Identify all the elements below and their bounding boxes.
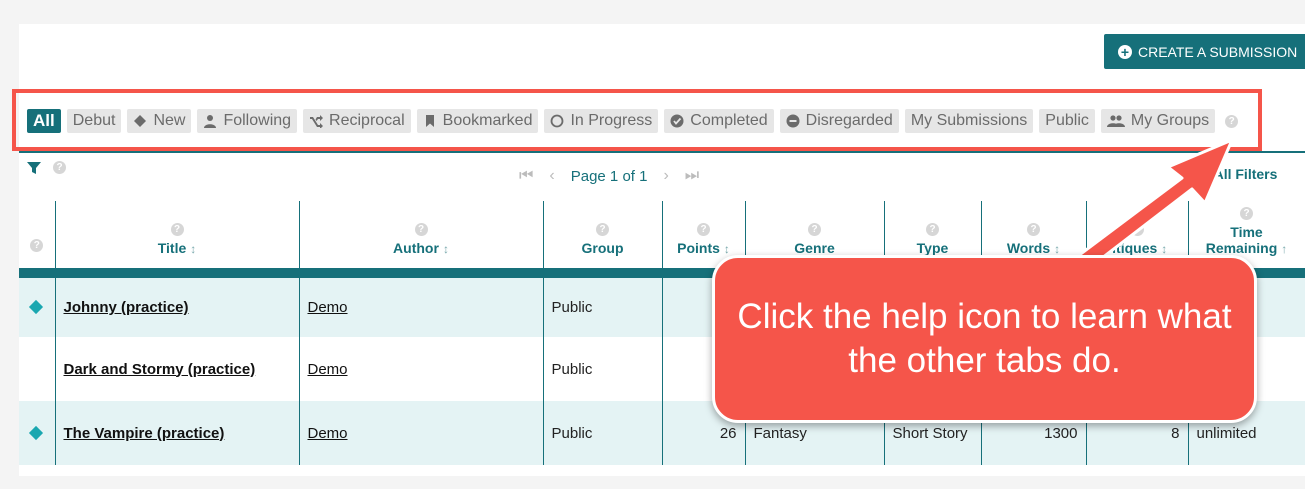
tab-following[interactable]: Following [197,109,298,133]
tab-label: Disregarded [805,112,893,129]
page-indicator: Page 1 of 1 [570,167,648,185]
marker-cell [19,401,56,465]
first-page-icon[interactable]: ⏮ [519,167,533,185]
sort-icon[interactable]: ↕ [1054,242,1060,256]
title-link[interactable]: Johnny (practice) [64,299,189,316]
group-header: ? Group [543,201,663,278]
sort-icon[interactable]: ↕ [190,242,196,256]
column-label: Time Remaining [1205,224,1278,256]
tab-label: Bookmarked [442,112,533,129]
create-submission-button[interactable]: + CREATE A SUBMISSION [1104,34,1305,69]
author-link[interactable]: Demo [308,425,348,442]
tab-my-submissions[interactable]: My Submissions [904,109,1034,133]
sort-icon[interactable]: ↕ [1161,242,1167,256]
clear-all-filters-link[interactable]: ar All Filters [1197,166,1277,182]
tab-label: Completed [690,112,768,129]
tab-completed[interactable]: Completed [664,109,774,133]
minus-circle-icon [786,114,800,128]
tab-label: In Progress [570,112,653,129]
next-page-icon[interactable]: › [663,167,668,185]
marker-header: ? [19,201,56,278]
help-icon[interactable]: ? [697,223,710,236]
help-icon[interactable]: ? [30,239,44,252]
group-cell: Public [543,401,663,465]
author-link[interactable]: Demo [308,361,348,378]
tab-label: All [33,111,55,130]
tab-label: New [153,112,186,129]
help-icon[interactable]: ? [414,223,428,236]
sort-icon[interactable]: ↕ [443,242,449,256]
author-header[interactable]: ? Author ↕ [299,201,544,278]
tab-public[interactable]: Public [1039,109,1095,133]
help-callout: Click the help icon to learn what the ot… [712,255,1257,423]
column-label: Title [157,240,187,256]
column-label: Type [916,240,949,256]
help-icon[interactable]: ? [926,223,939,236]
sort-icon[interactable]: ↕ [724,242,730,256]
help-icon[interactable]: ? [1027,223,1040,236]
tab-all[interactable]: All [27,109,61,133]
help-icon[interactable]: ? [1130,223,1144,236]
bookmark-icon [425,115,434,127]
plus-circle-icon: + [1118,44,1132,59]
help-icon[interactable]: ? [170,223,184,236]
group-icon [1106,115,1125,127]
column-label: Points [677,240,720,256]
prev-page-icon[interactable]: ‹ [549,167,554,185]
tab-disregarded[interactable]: Disregarded [779,109,899,133]
new-diamond-icon [28,299,44,315]
person-icon [204,115,217,128]
check-circle-icon [670,114,684,128]
tab-label: Debut [72,112,116,129]
title-link[interactable]: The Vampire (practice) [64,425,225,442]
filter-help-icon[interactable]: ? [53,161,66,174]
tab-in-progress[interactable]: In Progress [544,109,659,133]
title-cell: Johnny (practice) [55,273,300,337]
filter-icon[interactable] [27,161,41,175]
tab-new[interactable]: New [127,109,192,133]
tab-label: Public [1045,112,1089,129]
last-page-icon[interactable]: ⏭ [685,167,699,185]
title-header[interactable]: ? Title ↕ [55,201,300,278]
title-cell: Dark and Stormy (practice) [55,337,300,401]
callout-text: Click the help icon to learn what the ot… [737,297,1232,380]
create-submission-label: CREATE A SUBMISSION [1138,43,1298,60]
pagination: ⏮ ‹ Page 1 of 1 › ⏭ [519,167,699,185]
filter-tabs: All Debut New Following Reciprocal Bookm… [27,108,1239,134]
help-icon[interactable]: ? [1240,207,1253,220]
sort-icon[interactable]: ↑ [1281,242,1287,256]
tab-label: Reciprocal [329,112,405,129]
marker-cell [19,337,56,401]
tab-debut[interactable]: Debut [66,109,122,133]
diamond-icon [134,115,147,127]
new-diamond-icon [28,425,44,440]
help-icon[interactable]: ? [596,223,609,236]
shuffle-icon [310,115,324,128]
circle-outline-icon [551,114,564,128]
author-cell: Demo [299,273,544,337]
tabs-help-icon[interactable]: ? [1225,114,1239,128]
marker-cell [19,273,56,337]
group-cell: Public [543,337,663,401]
author-cell: Demo [299,337,544,401]
title-cell: The Vampire (practice) [55,401,300,465]
author-link[interactable]: Demo [308,299,348,316]
group-cell: Public [543,273,663,337]
column-label: Genre [794,240,835,256]
help-icon[interactable]: ? [808,223,821,236]
title-link[interactable]: Dark and Stormy (practice) [64,361,256,378]
column-label: Group [581,240,624,256]
tab-bookmarked[interactable]: Bookmarked [416,109,539,133]
filter-toolbar: ? ⏮ ‹ Page 1 of 1 › ⏭ ar All Filters [19,151,1305,201]
tab-my-groups[interactable]: My Groups [1100,109,1216,133]
column-label: Author [393,240,439,256]
column-label: Words [1006,240,1051,256]
tab-reciprocal[interactable]: Reciprocal [303,109,411,133]
column-label: ritiques [1106,240,1158,256]
tab-label: Following [223,112,292,129]
tab-label: My Groups [1130,112,1210,129]
author-cell: Demo [299,401,544,465]
tab-label: My Submissions [910,112,1028,129]
